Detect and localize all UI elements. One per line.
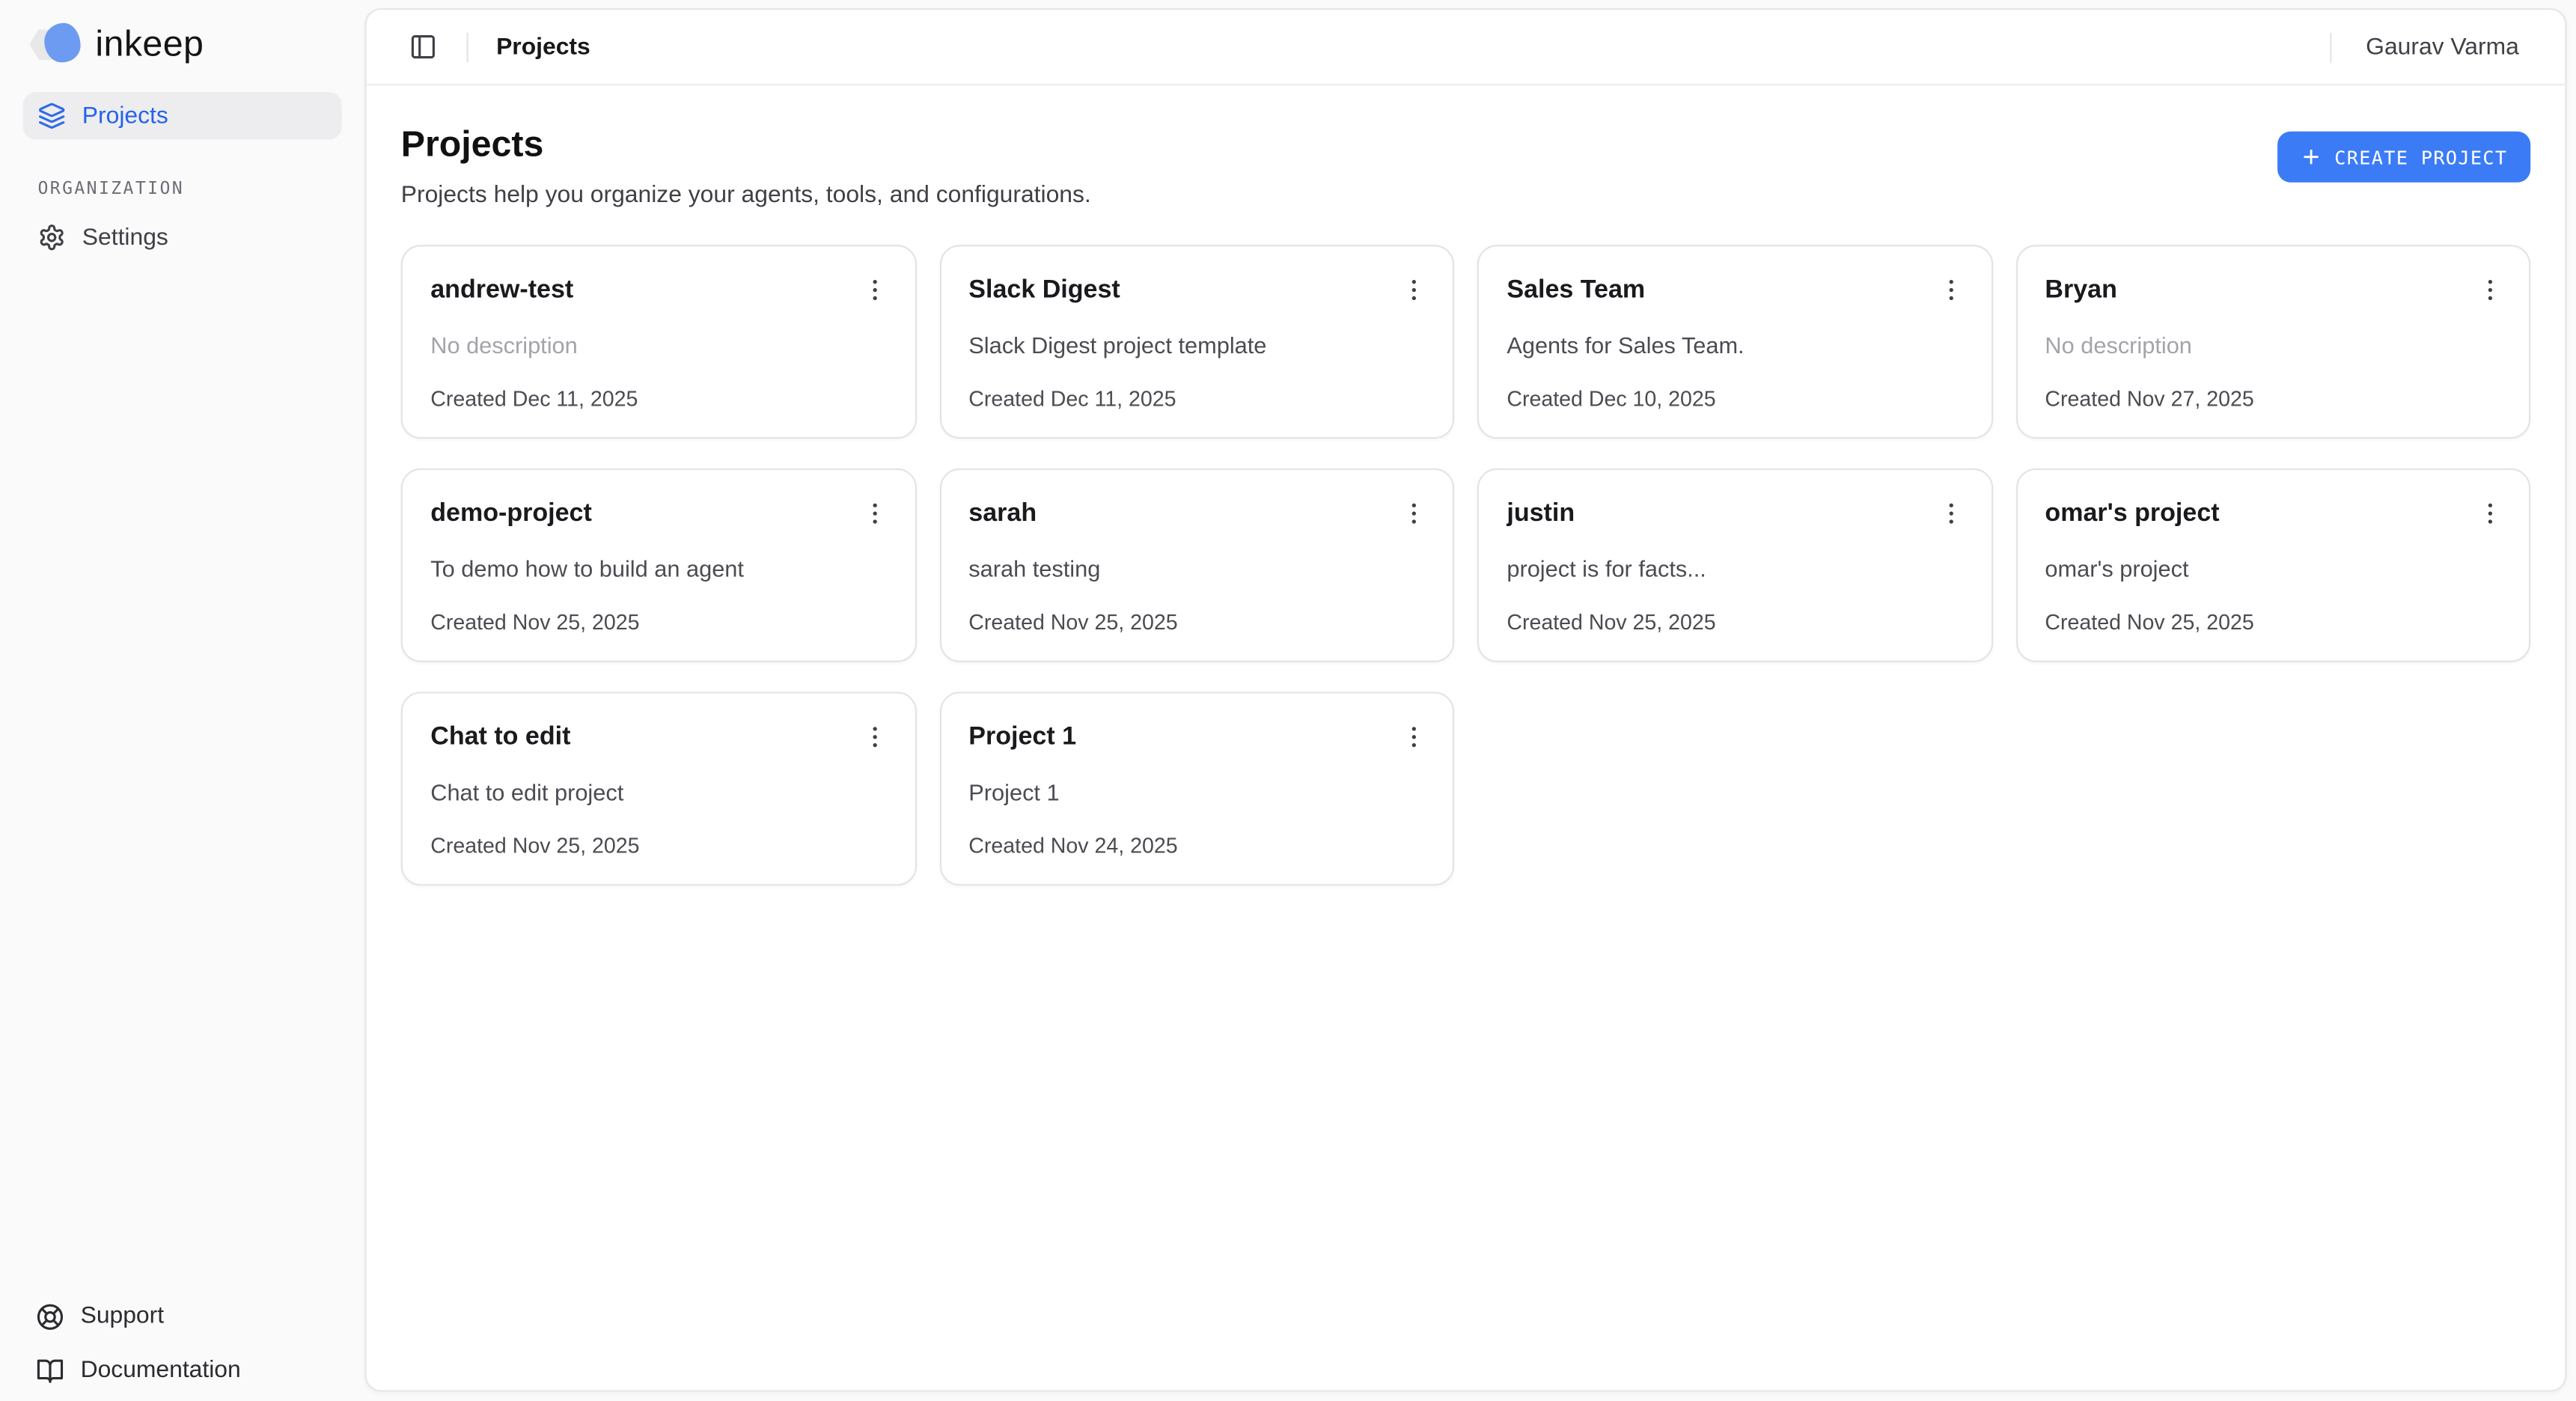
project-menu-button[interactable] [1930,269,1973,311]
project-name: Sales Team [1507,270,1645,306]
project-menu-button[interactable] [1392,715,1435,758]
project-description: Agents for Sales Team. [1507,332,1962,358]
content-area: Projects Projects help you organize your… [367,123,2566,887]
projects-grid: andrew-test No description Created Dec 11,… [401,245,2530,886]
kebab-menu-icon [2476,499,2503,527]
create-project-label: CREATE PROJECT [2334,145,2507,168]
sidebar-item-label: Projects [82,103,168,129]
project-description: omar's project [2045,556,2500,582]
project-card[interactable]: Project 1 Project 1 Created Nov 24, 2025 [939,692,1454,886]
project-name: Chat to edit [430,717,570,753]
project-created-date: Created Nov 27, 2025 [2045,387,2500,412]
app-window: inkeep Projects ORGANIZATION Settings [0,0,2576,1401]
inkeep-logo-icon [30,22,81,67]
sidebar: inkeep Projects ORGANIZATION Settings [0,0,364,1401]
project-card[interactable]: Chat to edit Chat to edit project Created … [401,692,916,886]
breadcrumb: Projects [496,34,590,60]
kebab-menu-icon [1938,499,1965,527]
kebab-menu-icon [861,499,888,527]
project-description: Chat to edit project [430,780,886,806]
project-menu-button[interactable] [2468,492,2511,534]
project-menu-button[interactable] [1392,492,1435,534]
project-created-date: Created Dec 10, 2025 [1507,387,1962,412]
project-created-date: Created Dec 11, 2025 [968,387,1424,412]
sidebar-item-projects[interactable]: Projects [23,92,342,140]
brand-name: inkeep [95,23,204,66]
inkeep-logo[interactable]: inkeep [30,19,342,69]
main-panel: Projects Gaurav Varma Projects Projects … [364,8,2566,1392]
topbar-divider [2330,32,2331,62]
project-name: omar's project [2045,494,2219,530]
project-created-date: Created Nov 25, 2025 [1507,610,1962,635]
topbar: Projects Gaurav Varma [367,10,2566,85]
sidebar-section-organization: ORGANIZATION [37,179,326,198]
project-card[interactable]: justin project is for facts... Created Nov… [1477,469,1992,663]
kebab-menu-icon [861,723,888,751]
sidebar-item-label: Settings [82,225,168,251]
life-buoy-icon [36,1302,64,1330]
page-subtitle: Projects help you organize your agents, … [401,183,1091,210]
project-created-date: Created Nov 25, 2025 [430,834,886,858]
project-menu-button[interactable] [854,715,897,758]
book-open-icon [36,1356,64,1384]
project-card[interactable]: Sales Team Agents for Sales Team. Created … [1477,245,1992,439]
project-description: Project 1 [968,780,1424,806]
project-card[interactable]: Slack Digest Slack Digest project templat… [939,245,1454,439]
user-menu[interactable]: Gaurav Varma [2366,34,2519,60]
project-created-date: Created Nov 25, 2025 [2045,610,2500,635]
project-description: No description [430,332,886,358]
project-name: sarah [968,494,1037,530]
sidebar-item-support[interactable]: Support [23,1292,342,1341]
gear-icon [37,224,65,251]
project-card[interactable]: sarah sarah testing Created Nov 25, 2025 [939,469,1454,663]
project-description: To demo how to build an agent [430,556,886,582]
plus-icon [2300,146,2322,168]
topbar-divider [467,32,468,62]
page-header: Projects Projects help you organize your… [401,123,2530,210]
project-menu-button[interactable] [854,269,897,311]
project-menu-button[interactable] [1392,269,1435,311]
project-description: project is for facts... [1507,556,1962,582]
project-created-date: Created Nov 25, 2025 [430,610,886,635]
project-created-date: Created Nov 24, 2025 [968,834,1424,858]
sidebar-item-label: Support [81,1303,165,1329]
kebab-menu-icon [861,276,888,304]
project-name: Slack Digest [968,270,1120,306]
project-description: sarah testing [968,556,1424,582]
kebab-menu-icon [2476,276,2503,304]
project-description: Slack Digest project template [968,332,1424,358]
project-name: demo-project [430,494,592,530]
project-menu-button[interactable] [1930,492,1973,534]
kebab-menu-icon [1938,276,1965,304]
sidebar-item-documentation[interactable]: Documentation [23,1346,342,1395]
page-title: Projects [401,123,1091,167]
sidebar-toggle-button[interactable] [406,31,439,64]
layers-icon [37,102,65,129]
kebab-menu-icon [1400,499,1427,527]
project-name: andrew-test [430,270,573,306]
create-project-button[interactable]: CREATE PROJECT [2277,132,2530,183]
sidebar-item-settings[interactable]: Settings [23,213,342,261]
sidebar-footer: Support Documentation [23,1292,342,1395]
sidebar-item-label: Documentation [81,1358,241,1384]
project-created-date: Created Dec 11, 2025 [430,387,886,412]
project-description: No description [2045,332,2500,358]
project-card[interactable]: demo-project To demo how to build an agen… [401,469,916,663]
project-created-date: Created Nov 25, 2025 [968,610,1424,635]
project-card[interactable]: omar's project omar's project Created Nov … [2015,469,2530,663]
project-card[interactable]: Bryan No description Created Nov 27, 2025 [2015,245,2530,439]
project-menu-button[interactable] [854,492,897,534]
project-name: Project 1 [968,717,1076,753]
panel-left-icon [409,33,436,61]
project-card[interactable]: andrew-test No description Created Dec 11,… [401,245,916,439]
kebab-menu-icon [1400,723,1427,751]
project-name: justin [1507,494,1575,530]
project-name: Bryan [2045,270,2116,306]
kebab-menu-icon [1400,276,1427,304]
project-menu-button[interactable] [2468,269,2511,311]
